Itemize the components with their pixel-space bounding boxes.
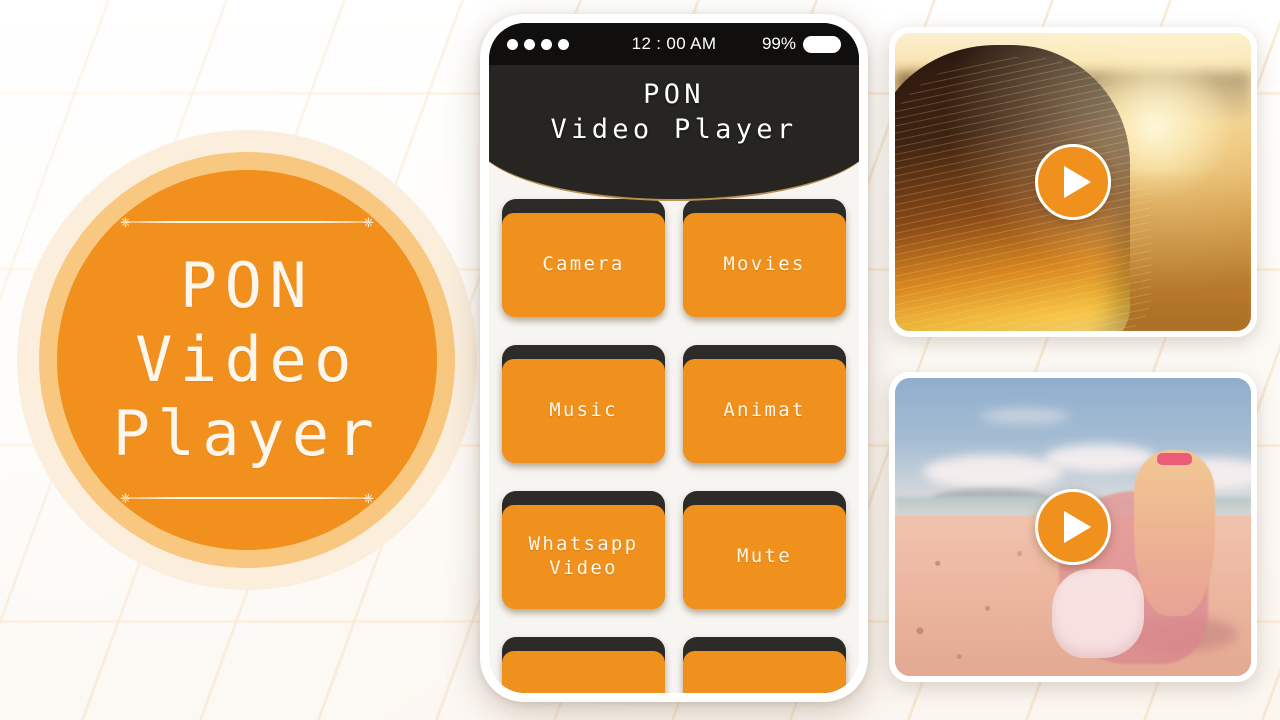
tile-face-whatsapp-video: Whatsapp Video — [502, 505, 665, 609]
phone-mockup: 12 : 00 AM 99% PON Video Player Camera M… — [480, 14, 868, 702]
tile-face-download: Download — [502, 651, 665, 693]
logo-divider-bar-bottom — [123, 497, 371, 499]
tile-label-download: Download — [525, 691, 643, 693]
logo-divider-bottom: ❈ ❈ — [120, 491, 374, 505]
logo-divider-top: ❈ ❈ — [120, 215, 374, 229]
logo-ornament-right-bottom: ❈ — [363, 490, 374, 506]
tile-mute[interactable]: Mute — [683, 491, 846, 609]
battery-percent-label: 99% — [761, 34, 796, 53]
tile-label-collect: Collect — [712, 691, 816, 693]
tile-face-music: Music — [502, 359, 665, 463]
video-thumbnail-sunset[interactable] — [889, 27, 1257, 337]
tile-music[interactable]: Music — [502, 345, 665, 463]
tile-face-camera: Camera — [502, 213, 665, 317]
tile-face-animat: Animat — [683, 359, 846, 463]
play-icon[interactable] — [1035, 144, 1111, 220]
logo-title-line1: PON — [179, 249, 315, 322]
tile-download[interactable]: Download — [502, 637, 665, 693]
tile-collect[interactable]: Collect — [683, 637, 846, 693]
tile-label-mute: Mute — [737, 545, 792, 568]
video-thumbnail-sunset-image — [895, 33, 1251, 331]
tile-label-music: Music — [549, 399, 618, 422]
status-bar-right: 99% — [762, 34, 841, 54]
tile-animat[interactable]: Animat — [683, 345, 846, 463]
play-triangle-icon — [1063, 166, 1091, 198]
logo-ornament-left-top: ❈ — [120, 214, 131, 230]
logo-ornament-right-top: ❈ — [363, 214, 374, 230]
tile-camera[interactable]: Camera — [502, 199, 665, 317]
logo-ornament-left-bottom: ❈ — [120, 490, 131, 506]
tile-grid: Camera Movies Music Animat Whatsapp Vide… — [489, 23, 859, 693]
logo-text-block: ❈ ❈ PON Video Player ❈ ❈ — [57, 170, 437, 550]
tile-label-camera: Camera — [542, 253, 625, 276]
app-logo-badge: ❈ ❈ PON Video Player ❈ ❈ — [17, 130, 477, 590]
play-icon[interactable] — [1035, 489, 1111, 565]
tile-whatsapp-video[interactable]: Whatsapp Video — [502, 491, 665, 609]
tile-face-movies: Movies — [683, 213, 846, 317]
video-thumbnail-beach-image — [895, 378, 1251, 676]
play-triangle-icon — [1063, 511, 1091, 543]
logo-divider-bar-top — [123, 221, 371, 223]
tile-face-collect: Collect — [683, 651, 846, 693]
logo-title-line3: Player — [112, 397, 382, 470]
tile-label-animat: Animat — [723, 399, 806, 422]
screenshot-root: ❈ ❈ PON Video Player ❈ ❈ 12 : 00 AM 99% … — [0, 0, 1280, 720]
status-bar: 12 : 00 AM 99% — [489, 23, 859, 65]
video-thumbnail-beach[interactable] — [889, 372, 1257, 682]
phone-screen: 12 : 00 AM 99% PON Video Player Camera M… — [489, 23, 859, 693]
tile-movies[interactable]: Movies — [683, 199, 846, 317]
logo-title-line2: Video — [135, 323, 359, 396]
tile-label-movies: Movies — [723, 253, 806, 276]
tile-label-whatsapp-video: Whatsapp Video — [528, 533, 639, 579]
battery-icon — [803, 35, 841, 53]
tile-face-mute: Mute — [683, 505, 846, 609]
